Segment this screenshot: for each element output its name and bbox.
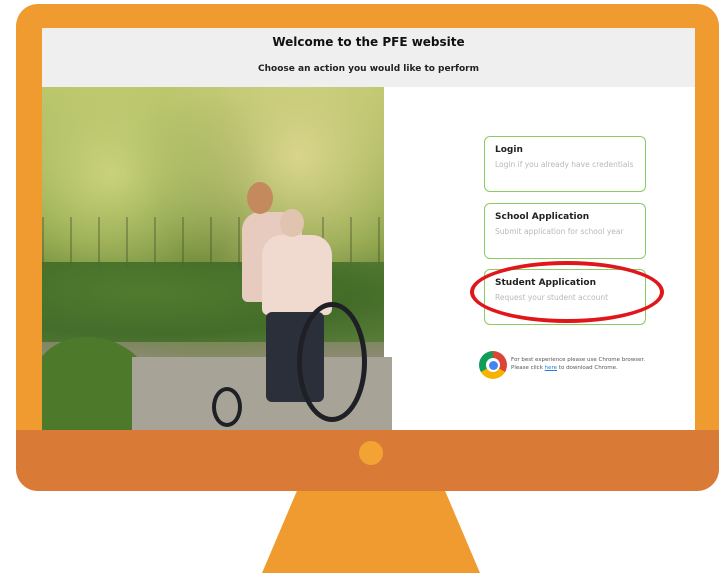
chrome-notice-line1: For best experience please use Chrome br… (511, 357, 646, 363)
login-card-title: Login (495, 145, 523, 155)
header: Welcome to the PFE website Choose an act… (42, 28, 695, 87)
screen: Welcome to the PFE website Choose an act… (42, 28, 695, 430)
photo-elder-body (262, 235, 332, 315)
login-card[interactable]: Login Login if you already have credenti… (484, 136, 646, 192)
chrome-notice-text: For best experience please use Chrome br… (511, 356, 661, 372)
school-application-title: School Application (495, 212, 590, 222)
login-card-description: Login if you already have credentials (495, 160, 634, 169)
chrome-notice-prefix: Please click (511, 365, 545, 371)
photo-elder-head (280, 209, 304, 237)
download-chrome-link[interactable]: here (545, 365, 557, 371)
page-subtitle: Choose an action you would like to perfo… (258, 64, 479, 74)
power-button (359, 441, 383, 465)
page-title: Welcome to the PFE website (272, 35, 465, 49)
monitor-stand (262, 491, 480, 573)
hero-photo (42, 87, 392, 430)
highlight-ring (470, 261, 664, 323)
chrome-notice-suffix: to download Chrome. (557, 365, 618, 371)
photo-caregiver-head (247, 182, 273, 214)
photo-fence (42, 217, 384, 267)
chrome-icon-center (488, 360, 498, 370)
wheelchair-wheel (297, 302, 367, 422)
school-application-card[interactable]: School Application Submit application fo… (484, 203, 646, 259)
school-application-description: Submit application for school year (495, 227, 624, 236)
chrome-notice: For best experience please use Chrome br… (479, 351, 659, 381)
chrome-icon (479, 351, 507, 379)
wheelchair-front-wheel (212, 387, 242, 427)
